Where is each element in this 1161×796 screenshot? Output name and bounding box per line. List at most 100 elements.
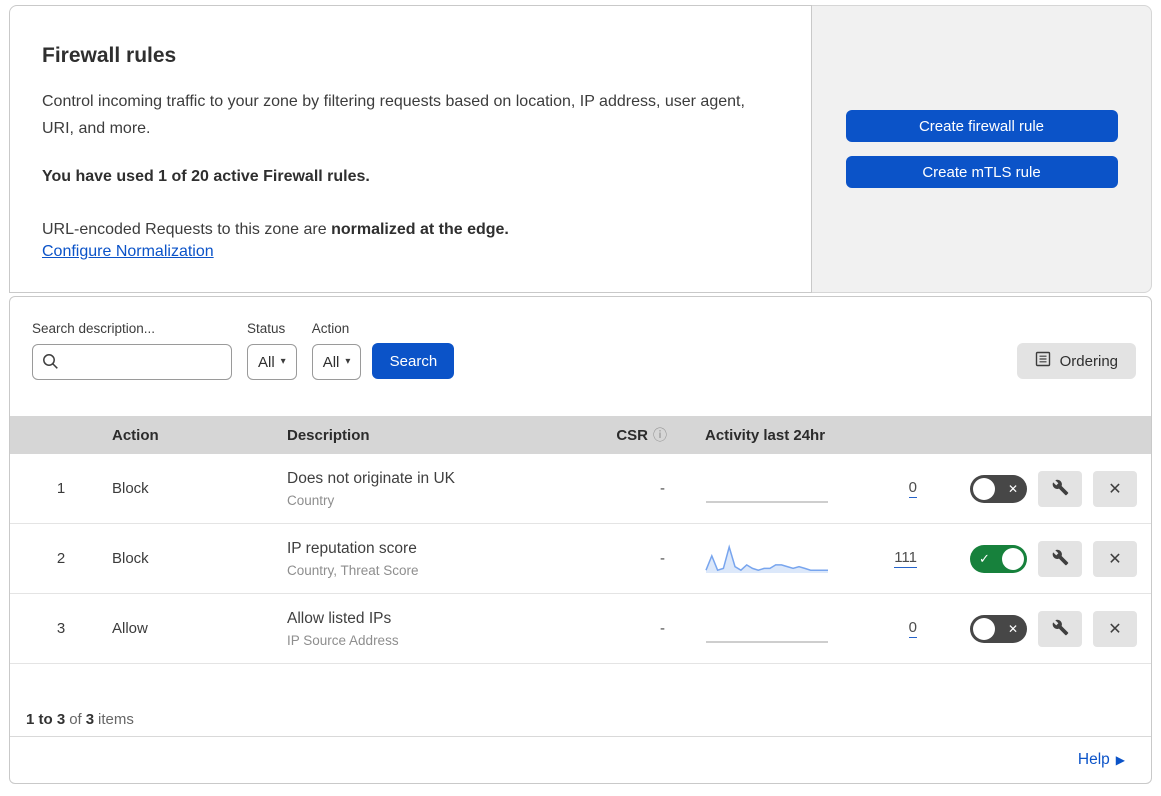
items-count: 1 to 3 of 3 items	[10, 664, 1151, 736]
firewall-rules-page: Firewall rules Control incoming traffic …	[0, 5, 1161, 796]
rule-enabled-toggle[interactable]: ✓ ✕	[970, 545, 1027, 573]
create-firewall-rule-button[interactable]: Create firewall rule	[846, 110, 1118, 142]
toggle-knob	[1002, 548, 1024, 570]
filter-bar: Search description... Status All ▾ Action…	[10, 297, 1151, 416]
items-total: 3	[86, 711, 94, 728]
close-icon: ✕	[1108, 549, 1121, 569]
search-box	[32, 344, 232, 380]
edit-rule-button[interactable]	[1038, 471, 1082, 507]
create-mtls-rule-button[interactable]: Create mTLS rule	[846, 156, 1118, 188]
rule-enabled-toggle[interactable]: ✓ ✕	[970, 615, 1027, 643]
search-input[interactable]	[32, 344, 232, 380]
activity-sparkline	[705, 543, 829, 575]
delete-rule-button[interactable]: ✕	[1093, 471, 1137, 507]
ordering-button[interactable]: Ordering	[1017, 343, 1136, 379]
rule-priority: 1	[10, 480, 112, 497]
status-dropdown-value: All	[258, 354, 275, 371]
action-dropdown[interactable]: All ▾	[312, 344, 362, 380]
configure-normalization-link[interactable]: Configure Normalization	[42, 243, 214, 260]
rule-csr: -	[567, 550, 667, 567]
normalization-text: URL-encoded Requests to this zone are	[42, 221, 331, 238]
search-button[interactable]: Search	[372, 343, 454, 379]
rule-priority: 3	[10, 620, 112, 637]
close-icon: ✕	[1108, 619, 1121, 639]
rule-fields: IP Source Address	[287, 633, 567, 648]
normalization-note: URL-encoded Requests to this zone are no…	[42, 216, 779, 243]
rule-description-cell: Allow listed IPs IP Source Address	[287, 610, 567, 648]
rule-controls: ✓ ✕ ✕	[917, 611, 1151, 647]
activity-sparkline	[705, 613, 829, 645]
table-row: 1 Block Does not originate in UK Country…	[10, 454, 1151, 524]
x-mark-icon: ✕	[1008, 622, 1018, 634]
action-column-header: Action	[112, 427, 287, 444]
actions-panel: Create firewall rule Create mTLS rule	[812, 5, 1152, 293]
activity-column-header: Activity last 24hr	[667, 427, 917, 444]
rule-controls: ✓ ✕ ✕	[917, 541, 1151, 577]
rule-fields: Country, Threat Score	[287, 563, 567, 578]
x-mark-icon: ✕	[1008, 482, 1018, 494]
action-label: Action	[312, 321, 362, 336]
intro-card: Firewall rules Control incoming traffic …	[9, 5, 812, 293]
rule-fields: Country	[287, 493, 567, 508]
activity-count-link[interactable]: 0	[909, 619, 917, 638]
rules-list-card: Search description... Status All ▾ Action…	[9, 296, 1152, 784]
rule-description: Allow listed IPs	[287, 610, 567, 628]
delete-rule-button[interactable]: ✕	[1093, 541, 1137, 577]
activity-cell: 0	[667, 613, 917, 645]
table-row: 3 Allow Allow listed IPs IP Source Addre…	[10, 594, 1151, 664]
wrench-icon	[1052, 549, 1069, 569]
intro-description: Control incoming traffic to your zone by…	[42, 88, 774, 142]
edit-rule-button[interactable]	[1038, 611, 1082, 647]
close-icon: ✕	[1108, 479, 1121, 499]
help-link-label: Help	[1078, 751, 1110, 769]
search-label: Search description...	[32, 321, 232, 336]
activity-count-link[interactable]: 111	[894, 549, 917, 568]
rule-description: Does not originate in UK	[287, 470, 567, 488]
rule-csr: -	[567, 620, 667, 637]
usage-summary: You have used 1 of 20 active Firewall ru…	[42, 168, 779, 186]
rule-action: Block	[112, 480, 287, 497]
rule-description-cell: Does not originate in UK Country	[287, 470, 567, 508]
search-filter-group: Search description...	[32, 321, 232, 380]
chevron-down-icon: ▾	[281, 357, 286, 367]
help-arrow-icon: ▶	[1116, 754, 1125, 766]
edit-rule-button[interactable]	[1038, 541, 1082, 577]
activity-cell: 111	[667, 543, 917, 575]
rule-action: Allow	[112, 620, 287, 637]
normalization-bold: normalized at the edge.	[331, 221, 509, 238]
help-link[interactable]: Help ▶	[1078, 751, 1125, 769]
table-header: Action Description CSRⓘ Activity last 24…	[10, 416, 1151, 454]
wrench-icon	[1052, 479, 1069, 499]
rule-enabled-toggle[interactable]: ✓ ✕	[970, 475, 1027, 503]
activity-count-link[interactable]: 0	[909, 479, 917, 498]
search-icon	[42, 353, 59, 375]
csr-column-header: CSRⓘ	[567, 425, 667, 445]
ordering-list-icon	[1035, 351, 1051, 371]
delete-rule-button[interactable]: ✕	[1093, 611, 1137, 647]
status-dropdown[interactable]: All ▾	[247, 344, 297, 380]
items-label: items	[98, 711, 134, 728]
rule-description-cell: IP reputation score Country, Threat Scor…	[287, 540, 567, 578]
rule-priority: 2	[10, 550, 112, 567]
chevron-down-icon: ▾	[345, 357, 350, 367]
status-label: Status	[247, 321, 297, 336]
rule-description: IP reputation score	[287, 540, 567, 558]
activity-cell: 0	[667, 473, 917, 505]
info-icon[interactable]: ⓘ	[653, 425, 667, 445]
items-range: 1 to 3	[26, 711, 65, 728]
rule-action: Block	[112, 550, 287, 567]
description-column-header: Description	[287, 427, 567, 444]
toggle-knob	[973, 478, 995, 500]
items-of: of	[69, 711, 82, 728]
ordering-button-label: Ordering	[1060, 353, 1118, 370]
check-icon: ✓	[979, 552, 990, 565]
action-filter-group: Action All ▾	[312, 321, 362, 380]
toggle-knob	[973, 618, 995, 640]
header-section: Firewall rules Control incoming traffic …	[9, 5, 1152, 293]
action-dropdown-value: All	[323, 354, 340, 371]
activity-sparkline	[705, 473, 829, 505]
table-row: 2 Block IP reputation score Country, Thr…	[10, 524, 1151, 594]
rule-csr: -	[567, 480, 667, 497]
status-filter-group: Status All ▾	[247, 321, 297, 380]
wrench-icon	[1052, 619, 1069, 639]
